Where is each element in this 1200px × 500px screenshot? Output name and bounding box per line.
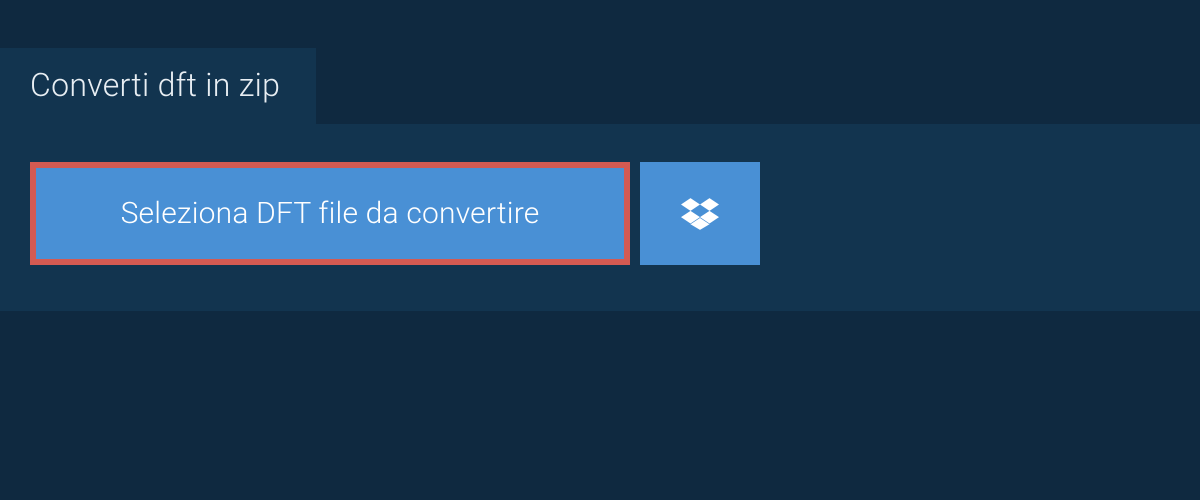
tab-label: Converti dft in zip [30,66,280,104]
dropbox-button[interactable] [640,162,760,265]
tab-bar: Converti dft in zip [0,0,1200,124]
content-panel: Seleziona DFT file da convertire [0,124,1200,311]
button-row: Seleziona DFT file da convertire [30,162,1170,265]
dropbox-icon [681,195,719,233]
tab-convert[interactable]: Converti dft in zip [0,48,316,124]
select-file-label: Seleziona DFT file da convertire [121,196,540,231]
select-file-button[interactable]: Seleziona DFT file da convertire [30,162,630,265]
